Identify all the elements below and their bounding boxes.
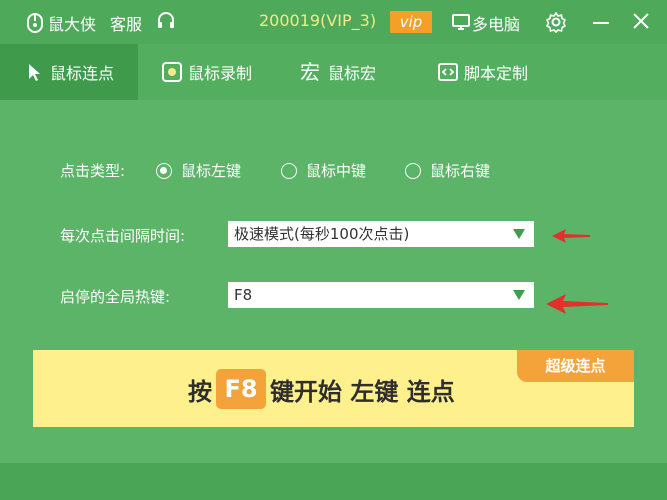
chevron-down-icon xyxy=(513,290,525,300)
hotkey-label: 启停的全局热键: xyxy=(60,288,171,306)
tab-label: 鼠标连点 xyxy=(50,64,115,83)
radio-circle xyxy=(281,162,297,179)
script-icon xyxy=(438,63,458,81)
app-name: 鼠大侠 xyxy=(48,15,97,34)
interval-label: 每次点击间隔时间: xyxy=(60,227,186,245)
interval-value: 极速模式(每秒100次点击) xyxy=(234,225,410,243)
interval-select[interactable]: 极速模式(每秒100次点击) xyxy=(228,221,534,247)
tab-mouse-click[interactable]: 鼠标连点 xyxy=(0,44,138,100)
user-id: 200019(VIP_3) xyxy=(259,11,377,30)
red-arrow-icon xyxy=(552,229,590,243)
close-icon[interactable] xyxy=(630,10,652,32)
macro-icon: 宏 xyxy=(300,60,320,84)
customer-service-link[interactable]: 客服 xyxy=(110,11,142,35)
radio-circle xyxy=(405,162,421,179)
radio-circle-checked xyxy=(156,162,172,179)
chevron-down-icon xyxy=(513,229,525,239)
gear-icon[interactable] xyxy=(545,11,567,33)
super-click-tag: 超级连点 xyxy=(517,350,634,382)
hint-press: 按 xyxy=(188,377,212,406)
click-type-label: 点击类型: xyxy=(60,162,126,180)
radio-left-button[interactable]: 鼠标左键 xyxy=(156,160,241,181)
hint-banner: 超级连点 按 F8 键开始 左键 连点 xyxy=(33,350,634,427)
headset-icon[interactable] xyxy=(156,11,176,31)
hotkey-select[interactable]: F8 xyxy=(228,282,534,308)
tab-label: 鼠标宏 xyxy=(328,64,377,83)
record-icon xyxy=(162,62,182,82)
radio-label: 鼠标右键 xyxy=(430,162,491,180)
hotkey-chip: F8 xyxy=(216,369,266,409)
radio-middle-button[interactable]: 鼠标中键 xyxy=(281,160,366,181)
cursor-icon xyxy=(29,64,40,81)
title-bar: 鼠大侠 客服 200019(VIP_3) vip 多电脑 xyxy=(0,0,667,44)
tab-script-custom[interactable]: 脚本定制 xyxy=(438,44,568,100)
red-arrow-icon xyxy=(546,294,608,314)
status-bar xyxy=(0,463,667,500)
tab-label: 鼠标录制 xyxy=(188,64,253,83)
radio-label: 鼠标左键 xyxy=(181,162,242,180)
radio-label: 鼠标中键 xyxy=(306,162,367,180)
tab-mouse-record[interactable]: 鼠标录制 xyxy=(162,44,282,100)
minimize-icon[interactable] xyxy=(590,11,612,33)
tab-mouse-macro[interactable]: 宏 鼠标宏 xyxy=(300,44,410,100)
monitor-icon[interactable] xyxy=(451,12,471,32)
mouse-logo-icon xyxy=(27,13,43,33)
tab-bar: 鼠标连点 鼠标录制 宏 鼠标宏 脚本定制 xyxy=(0,44,667,100)
hotkey-value: F8 xyxy=(234,286,253,304)
tab-label: 脚本定制 xyxy=(464,64,529,83)
multi-pc-button[interactable]: 多电脑 xyxy=(472,11,520,35)
hint-text: 按 F8 键开始 左键 连点 xyxy=(188,369,455,409)
radio-right-button[interactable]: 鼠标右键 xyxy=(405,160,490,181)
hint-rest: 键开始 左键 连点 xyxy=(270,377,455,406)
vip-badge[interactable]: vip xyxy=(390,11,432,33)
